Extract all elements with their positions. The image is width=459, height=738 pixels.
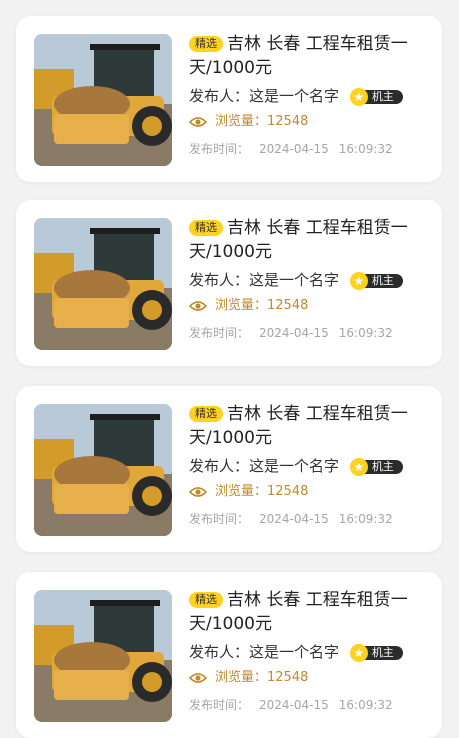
views-count: 12548 xyxy=(267,484,309,499)
publisher-row: 发布人：这是一个名字 ★ 机主 xyxy=(189,640,429,664)
publisher-label: 发布人： xyxy=(189,457,250,475)
listing-title[interactable]: 精选 吉林 长春 工程车租赁一天/1000元 xyxy=(189,32,429,80)
eye-icon xyxy=(189,487,207,497)
star-icon: ★ xyxy=(349,643,368,662)
listing-card[interactable]: 精选 吉林 长春 工程车租赁一天/1000元 发布人：这是一个名字 ★ 机主 浏览… xyxy=(16,200,442,366)
views-row: 浏览量： 12548 xyxy=(189,666,429,690)
road-roller-image xyxy=(34,590,172,722)
listing-card[interactable]: 精选 吉林 长春 工程车租赁一天/1000元 发布人：这是一个名字 ★ 机主 浏览… xyxy=(16,386,442,552)
views-row: 浏览量： 12548 xyxy=(189,294,429,318)
views-label: 浏览量： xyxy=(215,670,268,685)
publisher-label: 发布人： xyxy=(189,87,250,105)
publish-clock: 16:09:32 xyxy=(338,698,393,712)
publisher-label: 发布人： xyxy=(189,271,250,289)
role-badge: ★ 机主 xyxy=(349,271,403,290)
listing-info: 精选 吉林 长春 工程车租赁一天/1000元 发布人：这是一个名字 ★ 机主 浏览… xyxy=(189,216,429,344)
road-roller-image xyxy=(34,34,172,166)
listing-thumbnail[interactable] xyxy=(34,34,172,166)
featured-tag: 精选 xyxy=(189,36,223,52)
listing-info: 精选 吉林 长春 工程车租赁一天/1000元 发布人：这是一个名字 ★ 机主 浏览… xyxy=(189,32,429,160)
listing-title[interactable]: 精选 吉林 长春 工程车租赁一天/1000元 xyxy=(189,588,429,636)
publisher-name: 这是一个名字 xyxy=(249,271,340,289)
publish-time-label: 发布时间： xyxy=(189,326,250,340)
listing-title[interactable]: 精选 吉林 长春 工程车租赁一天/1000元 xyxy=(189,216,429,264)
publish-date: 2024-04-15 xyxy=(259,698,329,712)
featured-tag: 精选 xyxy=(189,220,223,236)
road-roller-image xyxy=(34,404,172,536)
listing-thumbnail[interactable] xyxy=(34,404,172,536)
eye-icon xyxy=(189,117,207,127)
publish-time-label: 发布时间： xyxy=(189,512,250,526)
featured-tag: 精选 xyxy=(189,592,223,608)
featured-tag: 精选 xyxy=(189,406,223,422)
publisher-row: 发布人：这是一个名字 ★ 机主 xyxy=(189,268,429,292)
road-roller-image xyxy=(34,218,172,350)
publisher-name: 这是一个名字 xyxy=(249,643,340,661)
publish-time-label: 发布时间： xyxy=(189,142,250,156)
views-label: 浏览量： xyxy=(215,484,268,499)
listing-thumbnail[interactable] xyxy=(34,218,172,350)
listing-thumbnail[interactable] xyxy=(34,590,172,722)
star-icon: ★ xyxy=(349,87,368,106)
listing-info: 精选 吉林 长春 工程车租赁一天/1000元 发布人：这是一个名字 ★ 机主 浏览… xyxy=(189,588,429,716)
star-icon: ★ xyxy=(349,457,368,476)
role-badge: ★ 机主 xyxy=(349,643,403,662)
eye-icon xyxy=(189,301,207,311)
publish-time: 发布时间： 2024-04-15 16:09:32 xyxy=(189,138,429,160)
views-count: 12548 xyxy=(267,670,309,685)
views-label: 浏览量： xyxy=(215,114,268,129)
listing-title[interactable]: 精选 吉林 长春 工程车租赁一天/1000元 xyxy=(189,402,429,450)
publish-date: 2024-04-15 xyxy=(259,326,329,340)
listing-card[interactable]: 精选 吉林 长春 工程车租赁一天/1000元 发布人：这是一个名字 ★ 机主 浏览… xyxy=(16,572,442,738)
publish-time: 发布时间： 2024-04-15 16:09:32 xyxy=(189,322,429,344)
publish-date: 2024-04-15 xyxy=(259,512,329,526)
publish-time: 发布时间： 2024-04-15 16:09:32 xyxy=(189,694,429,716)
eye-icon xyxy=(189,673,207,683)
publish-time-label: 发布时间： xyxy=(189,698,250,712)
listing-card[interactable]: 精选 吉林 长春 工程车租赁一天/1000元 发布人：这是一个名字 ★ 机主 浏览… xyxy=(16,16,442,182)
publish-clock: 16:09:32 xyxy=(338,142,393,156)
views-count: 12548 xyxy=(267,298,309,313)
role-badge: ★ 机主 xyxy=(349,87,403,106)
views-row: 浏览量： 12548 xyxy=(189,480,429,504)
publish-clock: 16:09:32 xyxy=(338,512,393,526)
publish-date: 2024-04-15 xyxy=(259,142,329,156)
publisher-label: 发布人： xyxy=(189,643,250,661)
publisher-name: 这是一个名字 xyxy=(249,457,340,475)
views-label: 浏览量： xyxy=(215,298,268,313)
publisher-row: 发布人：这是一个名字 ★ 机主 xyxy=(189,454,429,478)
publisher-row: 发布人：这是一个名字 ★ 机主 xyxy=(189,84,429,108)
publish-time: 发布时间： 2024-04-15 16:09:32 xyxy=(189,508,429,530)
publisher-name: 这是一个名字 xyxy=(249,87,340,105)
publish-clock: 16:09:32 xyxy=(338,326,393,340)
role-badge: ★ 机主 xyxy=(349,457,403,476)
views-count: 12548 xyxy=(267,114,309,129)
listing-info: 精选 吉林 长春 工程车租赁一天/1000元 发布人：这是一个名字 ★ 机主 浏览… xyxy=(189,402,429,530)
views-row: 浏览量： 12548 xyxy=(189,110,429,134)
star-icon: ★ xyxy=(349,271,368,290)
